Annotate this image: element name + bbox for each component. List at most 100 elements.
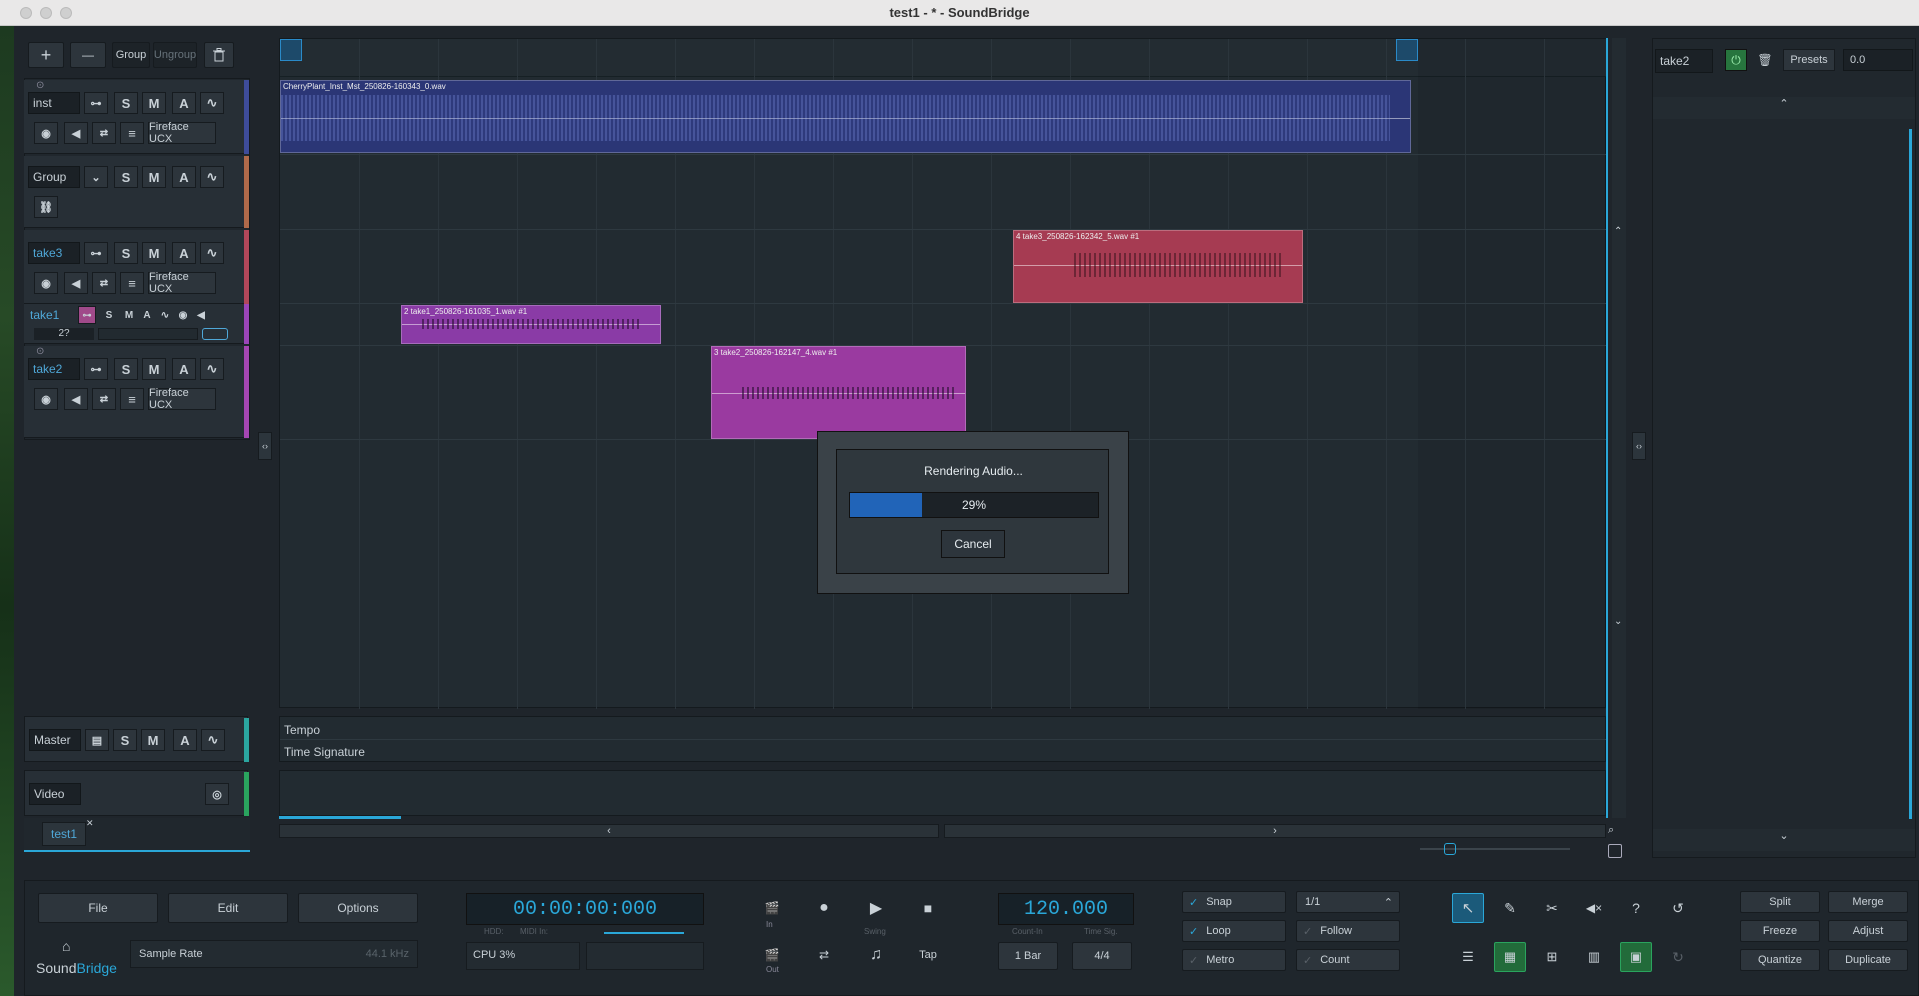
cancel-button[interactable]: Cancel <box>941 530 1005 558</box>
mute-button[interactable]: M <box>142 358 166 380</box>
list-view-icon[interactable]: ☰ <box>1452 942 1484 972</box>
track-name[interactable]: inst <box>28 92 80 114</box>
output-select[interactable]: Fireface UCX <box>148 387 216 411</box>
collapse-right-panel-icon[interactable]: ‹› <box>1632 432 1646 460</box>
delete-track-button[interactable] <box>204 42 234 68</box>
notes-icon[interactable]: ▤ <box>85 729 109 751</box>
automation-button[interactable]: A <box>172 358 196 380</box>
automation-button[interactable]: A <box>138 306 156 324</box>
inspector-scrollbar[interactable] <box>1909 129 1912 819</box>
freeze-button[interactable]: Freeze <box>1740 920 1820 942</box>
track-take3[interactable]: take3 ⊶ S M A ∿ ◉ ◀ ⇄ ≡ Fireface UCX <box>24 230 248 304</box>
metro-toggle[interactable]: ✓ Metro <box>1182 949 1286 971</box>
record-arm-icon[interactable]: ◉ <box>174 306 192 324</box>
input-routing-icon[interactable]: ⊶ <box>78 306 96 324</box>
input-routing-icon[interactable]: ⊶ <box>84 358 108 380</box>
solo-button[interactable]: S <box>114 242 138 264</box>
track-name[interactable]: take2 <box>28 358 80 380</box>
track-take2[interactable]: ⊙ take2 ⊶ S M A ∿ ◉ ◀ ⇄ ≡ Fireface UCX <box>24 346 248 438</box>
scroll-down-icon[interactable]: ⌄ <box>1614 616 1622 627</box>
track-name[interactable]: take3 <box>28 242 80 264</box>
routing-icon[interactable]: ⇄ <box>92 272 116 294</box>
record-arm-icon[interactable]: ◉ <box>34 272 58 294</box>
redo-icon[interactable]: ↻ <box>1662 942 1694 972</box>
scroll-left-button[interactable]: ‹ <box>279 824 939 838</box>
audio-clip-take1[interactable]: 2 take1_250826-161035_1.wav #1 <box>401 305 661 344</box>
envelope-icon[interactable]: ∿ <box>200 358 224 380</box>
expand-group-icon[interactable]: ⌄ <box>84 166 108 188</box>
track-collapse-icon[interactable]: ⊙ <box>36 346 44 357</box>
horizontal-zoom-slider[interactable] <box>1420 848 1570 850</box>
gain-value[interactable]: 0.0 <box>1843 49 1913 71</box>
envelope-icon[interactable]: ∿ <box>200 92 224 114</box>
automation-button[interactable]: A <box>172 166 196 188</box>
envelope-icon[interactable]: ∿ <box>201 729 225 751</box>
scroll-up-icon[interactable]: ⌃ <box>1614 226 1622 237</box>
tab-test1[interactable]: test1 <box>42 822 86 846</box>
inspector-scroll-down-icon[interactable]: ⌄ <box>1653 829 1915 851</box>
count-in-select[interactable]: 1 Bar <box>998 942 1058 970</box>
track-name[interactable]: Group <box>28 166 80 188</box>
record-arm-icon[interactable]: ◉ <box>34 122 58 144</box>
mute-button[interactable]: M <box>142 242 166 264</box>
split-button[interactable]: Split <box>1740 891 1820 913</box>
track-take1[interactable]: take1 ⊶ S M A ∿ ◉ ◀ 2? <box>24 304 248 344</box>
help-icon[interactable]: ? <box>1620 893 1652 923</box>
follow-toggle[interactable]: ✓ Follow <box>1296 920 1400 942</box>
input-routing-icon[interactable]: ⊶ <box>84 92 108 114</box>
output-select[interactable]: Fireface UCX <box>148 271 216 295</box>
audio-clip-inst[interactable]: CherryPlant_Inst_Mst_250826-160343_0.wav <box>280 80 1411 153</box>
track-collapse-icon[interactable]: ⊙ <box>36 80 44 91</box>
automation-button[interactable]: A <box>173 729 197 751</box>
mute-tool-icon[interactable]: ◀× <box>1578 893 1610 923</box>
time-sig-select[interactable]: 4/4 <box>1072 942 1132 970</box>
mute-button[interactable]: M <box>142 166 166 188</box>
keyboard-view-icon[interactable]: ▥ <box>1578 942 1610 972</box>
add-track-button[interactable]: + <box>28 42 64 68</box>
options-menu-button[interactable]: Options <box>298 893 418 923</box>
automation-button[interactable]: A <box>172 92 196 114</box>
master-volume-slider[interactable] <box>604 932 684 934</box>
ungroup-button[interactable]: Ungroup <box>153 42 197 68</box>
vertical-scrollbar[interactable] <box>1612 38 1626 818</box>
tempo-display[interactable]: 120.000 <box>998 893 1134 925</box>
take-toggle[interactable] <box>202 328 228 340</box>
tap-button[interactable]: Tap <box>912 940 944 970</box>
video-eye-icon[interactable]: ◎ <box>205 783 229 805</box>
routing-icon[interactable]: ⇄ <box>92 388 116 410</box>
count-toggle[interactable]: ✓ Count <box>1296 949 1400 971</box>
envelope-icon[interactable]: ∿ <box>156 306 174 324</box>
inspector-scroll-up-icon[interactable]: ⌃ <box>1653 97 1915 119</box>
scissors-tool-icon[interactable]: ✂ <box>1536 893 1568 923</box>
time-display[interactable]: 00:00:00:000 <box>466 893 704 925</box>
monitor-speaker-icon[interactable]: ◀ <box>64 272 88 294</box>
pencil-tool-icon[interactable]: ✎ <box>1494 893 1526 923</box>
close-tab-icon[interactable]: ✕ <box>86 818 94 829</box>
monitor-speaker-icon[interactable]: ◀ <box>64 388 88 410</box>
track-group[interactable]: Group ⌄ S M A ∿ ⛓ <box>24 156 248 228</box>
solo-button[interactable]: S <box>114 358 138 380</box>
solo-button[interactable]: S <box>114 92 138 114</box>
routing-icon[interactable]: ⇄ <box>808 940 840 970</box>
automation-button[interactable]: A <box>172 242 196 264</box>
arrangement-view[interactable]: CherryPlant_Inst_Mst_250826-160343_0.wav… <box>279 38 1607 709</box>
remove-track-button[interactable]: — <box>70 42 106 68</box>
solo-button[interactable]: S <box>100 306 118 324</box>
record-arm-icon[interactable]: ◉ <box>34 388 58 410</box>
audio-clip-take3[interactable]: 4 take3_250826-162342_5.wav #1 <box>1013 230 1303 303</box>
output-select[interactable]: Fireface UCX <box>148 121 216 145</box>
collapse-left-panel-icon[interactable]: ‹› <box>258 432 272 460</box>
inspector-track-name[interactable]: take2 <box>1655 49 1713 73</box>
arrange-view-icon[interactable]: ▦ <box>1494 942 1526 972</box>
master-track[interactable]: Master ▤ S M A ∿ <box>24 716 248 762</box>
adjust-button[interactable]: Adjust <box>1828 920 1908 942</box>
group-button[interactable]: Group <box>112 42 150 68</box>
play-button[interactable]: ▶ <box>860 893 892 923</box>
video-track[interactable]: Video ◎ <box>24 770 248 816</box>
input-routing-icon[interactable]: ⊶ <box>84 242 108 264</box>
quantize-button[interactable]: Quantize <box>1740 949 1820 971</box>
snap-toggle[interactable]: ✓ Snap <box>1182 891 1286 913</box>
grid-select[interactable]: 1/1 ⌃ <box>1296 891 1400 913</box>
track-inst[interactable]: ⊙ inst ⊶ S M A ∿ ◉ ◀ ⇄ ≡ Fireface UCX <box>24 80 248 154</box>
envelope-icon[interactable]: ∿ <box>200 166 224 188</box>
